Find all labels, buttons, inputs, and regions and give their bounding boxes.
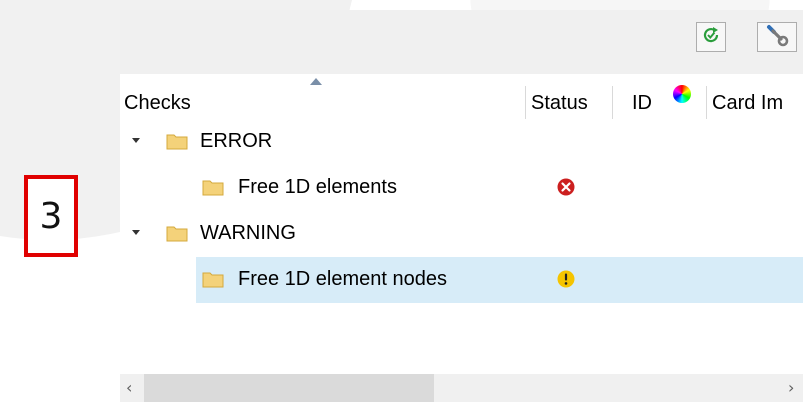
tree-row-free-1d-element-nodes[interactable]: Free 1D element nodes: [120, 257, 803, 303]
folder-icon: [166, 224, 188, 242]
step-number: 3: [39, 195, 63, 237]
column-separator[interactable]: [525, 86, 526, 119]
tree-row-free-1d-elements[interactable]: Free 1D elements: [120, 165, 803, 211]
folder-icon: [202, 178, 224, 196]
tree-row-warning-group[interactable]: WARNING: [120, 211, 803, 257]
scrollbar-thumb[interactable]: [144, 374, 434, 402]
screenshot-stage: 3 Checks Status ID Card Im ERROR Free 1D…: [0, 0, 803, 402]
toolbar: [120, 10, 803, 74]
scroll-left-arrow-icon[interactable]: ‹: [126, 379, 132, 397]
horizontal-scrollbar[interactable]: ‹ ›: [120, 374, 803, 402]
tree-item-label: Free 1D elements: [238, 176, 397, 198]
refresh-check-icon: [701, 25, 721, 50]
error-status-icon: [557, 178, 575, 196]
model-checker-panel: Checks Status ID Card Im ERROR Free 1D e…: [120, 10, 803, 402]
column-separator[interactable]: [612, 86, 613, 119]
column-separator[interactable]: [706, 86, 707, 119]
warning-status-icon: [557, 270, 575, 288]
folder-icon: [166, 132, 188, 150]
column-header-card-image[interactable]: Card Im: [710, 74, 803, 119]
column-header-row: Checks Status ID Card Im: [120, 74, 803, 119]
scroll-right-arrow-icon[interactable]: ›: [788, 379, 794, 397]
wrench-icon: [765, 23, 789, 52]
expand-arrow-icon[interactable]: [132, 230, 140, 235]
tree-row-error-group[interactable]: ERROR: [120, 119, 803, 165]
tree-item-label: ERROR: [200, 130, 273, 152]
folder-icon: [202, 270, 224, 288]
settings-button[interactable]: [757, 22, 797, 52]
tree-item-label: Free 1D element nodes: [238, 268, 448, 290]
column-header-checks[interactable]: Checks: [124, 74, 524, 119]
tree-item-label: WARNING: [200, 222, 296, 244]
color-wheel-icon: [673, 85, 691, 103]
refresh-check-button[interactable]: [696, 22, 726, 52]
expand-arrow-icon[interactable]: [132, 138, 140, 143]
column-header-status[interactable]: Status: [528, 74, 612, 119]
step-number-badge: 3: [24, 175, 78, 257]
